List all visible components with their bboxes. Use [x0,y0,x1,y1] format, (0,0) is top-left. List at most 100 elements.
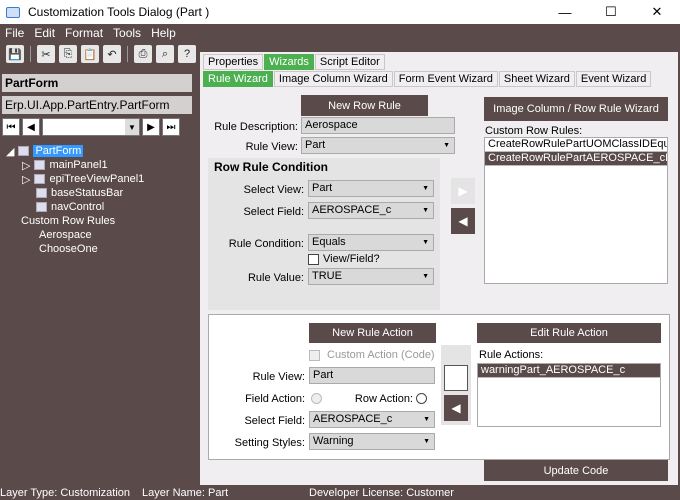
print-icon[interactable]: ⎙ [134,45,152,63]
tab-form-event-wizard[interactable]: Form Event Wizard [393,71,498,87]
list-item[interactable]: CreateRowRulePartUOMClassIDEqu... [485,138,667,152]
select-view-select[interactable]: Part ▼ [308,180,434,197]
last-record-button[interactable]: ⏭ [162,118,180,136]
expand-icon[interactable]: ▷ [22,159,30,172]
tree-node[interactable]: Aerospace [39,228,92,242]
tree-node[interactable]: Custom Row Rules [21,214,115,228]
select-field-label: Select Field: [243,206,304,218]
panel-icon [34,174,46,184]
list-item[interactable]: warningPart_AEROSPACE_c [478,364,660,378]
nav-bar: ⏮ ◀ ▼ ▶ ⏭ [2,116,192,138]
form-path: Erp.UI.App.PartEntry.PartForm [2,96,192,114]
collapse-icon[interactable]: ◢ [6,145,14,158]
search-icon[interactable]: ⌕ [156,45,174,63]
chevron-down-icon: ▼ [422,239,429,246]
chevron-down-icon: ▼ [422,207,429,214]
add-action-arrow-button[interactable] [444,365,468,391]
rule-value-select[interactable]: TRUE ▼ [308,268,434,285]
remove-action-arrow-button[interactable]: ◀ [444,395,468,421]
setting-styles-label: Setting Styles: [234,437,305,449]
rule-actions-label: Rule Actions: [479,349,544,361]
list-item[interactable]: CreateRowRulePartAEROSPACE_cE... [485,152,667,166]
select-view-label: Select View: [243,184,304,196]
custom-row-rules-list: CreateRowRulePartUOMClassIDEqu... Create… [484,137,668,284]
undo-icon[interactable]: ↶ [103,45,121,63]
toolbar-separator [30,46,31,62]
menu-edit[interactable]: Edit [29,26,60,40]
new-row-rule-button[interactable]: New Row Rule [301,95,428,116]
copy-icon[interactable]: ⎘ [59,45,77,63]
row-action-radio[interactable] [416,393,427,404]
chevron-down-icon: ▼ [422,185,429,192]
tree-node[interactable]: baseStatusBar [36,186,123,200]
menu-format[interactable]: Format [60,26,108,40]
menu-help[interactable]: Help [146,26,181,40]
maximize-button[interactable]: ☐ [588,0,634,24]
tab-event-wizard[interactable]: Event Wizard [575,71,652,87]
view-field-checkbox[interactable] [308,254,319,265]
tree-node[interactable]: navControl [36,200,104,214]
panel-icon [34,160,46,170]
new-rule-action-button[interactable]: New Rule Action [309,323,436,343]
tab-rule-wizard[interactable]: Rule Wizard [203,71,273,87]
record-select[interactable]: ▼ [42,118,140,136]
tab-wizards[interactable]: Wizards [264,54,314,70]
tab-sheet-wizard[interactable]: Sheet Wizard [498,71,575,87]
tab-properties[interactable]: Properties [203,54,264,70]
chevron-down-icon: ▼ [422,273,429,280]
paste-icon[interactable]: 📋 [81,45,99,63]
row-action-label: Row Action: [354,393,413,405]
developer-license: Developer License: Customer [309,486,454,499]
row-rule-condition-box: Row Rule Condition Select View: Part ▼ Se… [208,158,440,310]
chevron-down-icon: ▼ [423,416,430,423]
menu-tools[interactable]: Tools [108,26,146,40]
cut-icon[interactable]: ✂ [37,45,55,63]
setting-styles-select[interactable]: Warning ▼ [309,433,435,450]
form-icon [18,146,30,156]
layer-name: Layer Name: Part [142,486,229,499]
custom-action-checkbox[interactable] [309,350,320,361]
nav-icon [36,202,47,212]
next-record-button[interactable]: ▶ [142,118,160,136]
field-action-label: Field Action: [245,393,305,405]
tree-node[interactable]: ▷ mainPanel1 [22,158,108,172]
form-header: PartForm [2,74,192,92]
action-select-field-label: Select Field: [244,415,305,427]
view-field-label: View/Field? [323,253,380,265]
close-button[interactable]: ✕ [634,0,680,24]
tab-image-column-wizard[interactable]: Image Column Wizard [273,71,393,87]
tree-node[interactable]: ChooseOne [39,242,98,256]
wizard-panel: Properties Wizards Script Editor Rule Wi… [200,52,678,485]
rule-actions-list: warningPart_AEROSPACE_c [477,363,661,427]
field-action-radio[interactable] [311,393,322,404]
rule-condition-select[interactable]: Equals ▼ [308,234,434,251]
chevron-down-icon: ▼ [423,438,430,445]
layer-type: Layer Type: Customization [0,486,131,499]
save-icon[interactable]: 💾 [6,45,24,63]
tree-node[interactable]: ▷ epiTreeViewPanel1 [22,172,144,186]
action-select-field-select[interactable]: AEROSPACE_c ▼ [309,411,435,428]
chevron-down-icon: ▼ [125,119,139,135]
tree-node[interactable]: ◢ PartForm [6,144,84,158]
add-rule-arrow-button[interactable]: ▶ [451,178,475,204]
rule-description-input[interactable]: Aerospace [301,117,455,134]
prev-record-button[interactable]: ◀ [22,118,40,136]
remove-rule-arrow-button[interactable]: ◀ [451,208,475,234]
minimize-button[interactable]: — [542,0,588,24]
edit-rule-action-button[interactable]: Edit Rule Action [477,323,661,343]
title-bar: Customization Tools Dialog (Part ) — ☐ ✕ [0,0,680,24]
action-rule-view-input[interactable]: Part [309,367,435,384]
image-column-wizard-button[interactable]: Image Column / Row Rule Wizard [484,97,668,121]
select-field-select[interactable]: AEROSPACE_c ▼ [308,202,434,219]
left-panel: PartForm Erp.UI.App.PartEntry.PartForm ⏮… [0,72,198,485]
action-rule-view-label: Rule View: [252,371,305,383]
rule-view-select[interactable]: Part ▼ [301,137,455,154]
help-icon[interactable]: ? [178,45,196,63]
expand-icon[interactable]: ▷ [22,173,30,186]
menu-file[interactable]: File [0,26,29,40]
wizard-tabs: Rule Wizard Image Column Wizard Form Eve… [203,71,652,87]
update-code-button[interactable]: Update Code [484,460,668,481]
first-record-button[interactable]: ⏮ [2,118,20,136]
rule-value-label: Rule Value: [247,272,304,284]
tab-script-editor[interactable]: Script Editor [314,54,385,70]
